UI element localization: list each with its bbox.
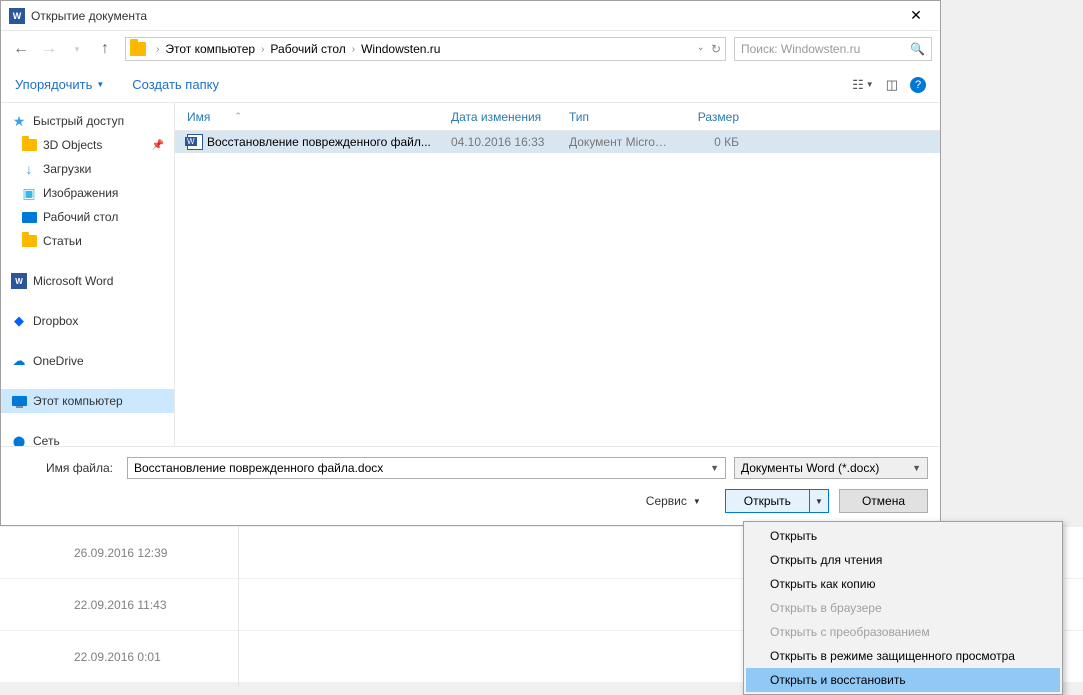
chevron-down-icon: ▼: [866, 80, 874, 89]
folder-icon: [22, 139, 37, 151]
bg-divider: [238, 526, 239, 687]
star-icon: [11, 113, 27, 129]
cancel-button[interactable]: Отмена: [839, 489, 928, 513]
sidebar-this-pc[interactable]: Этот компьютер: [1, 389, 174, 413]
dropbox-icon: [11, 313, 27, 329]
open-dialog: W Открытие документа ✕ ← → ▾ ↑ › Этот ко…: [0, 0, 941, 526]
bg-date: 22.09.2016 11:43: [74, 598, 167, 612]
chevron-down-icon: ▼: [693, 497, 701, 506]
col-size[interactable]: Размер: [675, 110, 745, 124]
up-button[interactable]: ↑: [93, 37, 117, 61]
help-button[interactable]: ?: [910, 77, 926, 93]
chevron-right-icon: ›: [152, 44, 163, 55]
word-app-icon: W: [9, 8, 25, 24]
chevron-right-icon: ›: [257, 44, 268, 55]
chevron-right-icon: ›: [348, 44, 359, 55]
filetype-filter[interactable]: Документы Word (*.docx)▼: [734, 457, 928, 479]
sidebar-network[interactable]: Сеть: [1, 429, 174, 446]
file-row[interactable]: Восстановление поврежденного файл... 04.…: [175, 131, 940, 153]
col-date[interactable]: Дата изменения: [445, 110, 563, 124]
pc-icon: [12, 396, 27, 406]
refresh-icon[interactable]: ↻: [711, 42, 721, 56]
filename-label: Имя файла:: [13, 461, 119, 475]
search-input[interactable]: Поиск: Windowsten.ru 🔍: [734, 37, 932, 61]
col-type[interactable]: Тип: [563, 110, 675, 124]
open-dropdown-menu: Открыть Открыть для чтения Открыть как к…: [743, 521, 1063, 695]
file-size: 0 КБ: [675, 135, 745, 149]
view-mode-button[interactable]: ☷▼: [852, 77, 874, 93]
address-bar[interactable]: › Этот компьютер › Рабочий стол › Window…: [125, 37, 726, 61]
file-type: Документ Micros...: [563, 135, 675, 149]
panel-icon: ◫: [886, 77, 898, 93]
search-icon: 🔍: [910, 42, 925, 56]
window-title: Открытие документа: [31, 9, 900, 23]
list-icon: ☷: [852, 77, 864, 93]
desktop-icon: [22, 212, 37, 223]
folder-icon: [22, 235, 37, 247]
sidebar-word[interactable]: WMicrosoft Word: [1, 269, 174, 293]
onedrive-icon: [11, 353, 27, 369]
menu-open-readonly[interactable]: Открыть для чтения: [746, 548, 1060, 572]
menu-open-transform: Открыть с преобразованием: [746, 620, 1060, 644]
forward-button[interactable]: →: [37, 37, 61, 61]
chevron-down-icon[interactable]: ▼: [710, 463, 719, 473]
menu-open-copy[interactable]: Открыть как копию: [746, 572, 1060, 596]
preview-pane-button[interactable]: ◫: [886, 77, 898, 93]
menu-open-protected[interactable]: Открыть в режиме защищенного просмотра: [746, 644, 1060, 668]
file-date: 04.10.2016 16:33: [445, 135, 563, 149]
file-name: Восстановление поврежденного файл...: [207, 135, 431, 149]
chevron-down-icon: ▼: [96, 80, 104, 89]
search-placeholder: Поиск: Windowsten.ru: [741, 42, 860, 56]
sidebar-quick-access[interactable]: Быстрый доступ: [1, 109, 174, 133]
sidebar-onedrive[interactable]: OneDrive: [1, 349, 174, 373]
tools-menu[interactable]: Сервис▼: [646, 494, 701, 508]
sidebar-item-pictures[interactable]: Изображения: [1, 181, 174, 205]
crumb-desktop[interactable]: Рабочий стол: [270, 42, 345, 56]
col-name[interactable]: Имя⌃: [181, 110, 445, 124]
sidebar-item-downloads[interactable]: Загрузки: [1, 157, 174, 181]
download-icon: [21, 161, 37, 177]
filename-input[interactable]: Восстановление поврежденного файла.docx▼: [127, 457, 726, 479]
sort-indicator-icon: ⌃: [234, 111, 242, 122]
column-headers: Имя⌃ Дата изменения Тип Размер: [175, 103, 940, 131]
open-button[interactable]: Открыть: [726, 490, 810, 512]
chevron-down-icon[interactable]: ⌄: [697, 42, 705, 56]
recent-dropdown[interactable]: ▾: [65, 37, 89, 61]
sidebar-item-3dobjects[interactable]: 3D Objects📌: [1, 133, 174, 157]
crumb-pc[interactable]: Этот компьютер: [165, 42, 255, 56]
toolbar: Упорядочить▼ Создать папку ☷▼ ◫ ?: [1, 67, 940, 103]
menu-open[interactable]: Открыть: [746, 524, 1060, 548]
network-icon: [11, 433, 27, 446]
navbar: ← → ▾ ↑ › Этот компьютер › Рабочий стол …: [1, 31, 940, 67]
sidebar-item-articles[interactable]: Статьи: [1, 229, 174, 253]
back-button[interactable]: ←: [9, 37, 33, 61]
bg-date: 26.09.2016 12:39: [74, 546, 167, 560]
sidebar: Быстрый доступ 3D Objects📌 Загрузки Изоб…: [1, 103, 175, 446]
crumb-folder[interactable]: Windowsten.ru: [361, 42, 440, 56]
pin-icon: 📌: [152, 140, 164, 151]
new-folder-button[interactable]: Создать папку: [132, 77, 219, 92]
titlebar: W Открытие документа ✕: [1, 1, 940, 31]
menu-open-browser: Открыть в браузере: [746, 596, 1060, 620]
folder-icon: [130, 42, 146, 56]
open-dropdown-button[interactable]: ▼: [810, 490, 828, 512]
docx-icon: [187, 134, 203, 150]
open-split-button: Открыть ▼: [725, 489, 829, 513]
sidebar-item-desktop[interactable]: Рабочий стол: [1, 205, 174, 229]
pictures-icon: [21, 185, 37, 201]
word-icon: W: [11, 273, 27, 289]
menu-open-repair[interactable]: Открыть и восстановить: [746, 668, 1060, 692]
bg-date: 22.09.2016 0:01: [74, 650, 161, 664]
footer: Имя файла: Восстановление поврежденного …: [1, 446, 940, 525]
chevron-down-icon: ▼: [912, 463, 921, 473]
sidebar-dropbox[interactable]: Dropbox: [1, 309, 174, 333]
organize-button[interactable]: Упорядочить▼: [15, 77, 104, 92]
file-list: Имя⌃ Дата изменения Тип Размер Восстанов…: [175, 103, 940, 446]
close-button[interactable]: ✕: [900, 7, 932, 24]
